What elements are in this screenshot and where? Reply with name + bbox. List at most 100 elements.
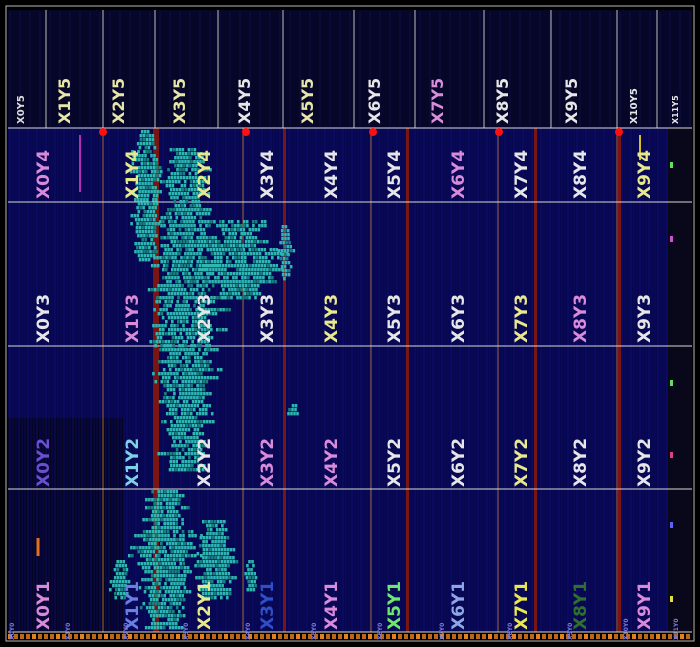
logic-cell — [160, 312, 164, 316]
logic-cell — [170, 464, 173, 468]
logic-cell — [168, 180, 172, 184]
logic-cell — [144, 166, 147, 170]
logic-cell — [284, 237, 287, 241]
logic-cell — [152, 534, 155, 538]
logic-cell — [162, 256, 165, 260]
logic-cell — [184, 236, 187, 240]
logic-cell — [164, 340, 167, 344]
logic-cell — [215, 524, 218, 528]
logic-cell — [151, 506, 154, 510]
logic-cell — [151, 546, 154, 550]
logic-cell — [151, 222, 154, 226]
logic-cell — [211, 284, 215, 288]
logic-cell — [170, 316, 174, 320]
logic-cell — [193, 396, 196, 400]
logic-cell — [183, 268, 186, 272]
logic-cell — [197, 376, 201, 380]
logic-cell — [258, 252, 262, 256]
logic-cell — [133, 214, 137, 218]
top-row-label: X7Y5 — [428, 78, 447, 124]
io-pad — [218, 634, 222, 639]
logic-cell — [192, 220, 195, 224]
logic-cell — [180, 256, 183, 260]
logic-cell — [214, 540, 217, 544]
logic-cell — [169, 224, 172, 228]
logic-cell — [143, 162, 147, 166]
logic-cell — [216, 224, 219, 228]
logic-cell — [175, 216, 179, 220]
io-pad — [392, 634, 396, 639]
logic-cell — [287, 261, 291, 265]
logic-cell — [251, 248, 255, 252]
logic-cell — [180, 288, 184, 292]
logic-cell — [166, 304, 169, 308]
logic-cell — [168, 566, 172, 570]
io-pad — [266, 634, 270, 639]
floorplan-canvas[interactable]: X0Y5 X1Y5 X2Y5 X3Y5 X4Y5 X5Y5 X6Y5 X7Y5 X8Y5 X9Y5… — [0, 0, 700, 647]
logic-cell — [184, 216, 188, 220]
logic-cell — [152, 614, 156, 618]
logic-cell — [179, 614, 183, 618]
logic-cell — [271, 276, 274, 280]
logic-cell — [171, 570, 174, 574]
logic-cell — [185, 272, 188, 276]
logic-cell — [176, 176, 180, 180]
logic-cell — [248, 236, 252, 240]
logic-cell — [166, 252, 169, 256]
logic-cell — [193, 244, 197, 248]
logic-cell — [157, 506, 160, 510]
logic-cell — [169, 280, 172, 284]
logic-cell — [286, 229, 290, 233]
logic-cell — [186, 468, 190, 472]
logic-cell — [146, 254, 150, 258]
logic-cell — [203, 360, 206, 364]
logic-cell — [113, 568, 117, 572]
logic-cell — [146, 554, 149, 558]
logic-cell — [217, 520, 220, 524]
device-floorplan-view[interactable]: X0Y5 X1Y5 X2Y5 X3Y5 X4Y5 X5Y5 X6Y5 X7Y5 X8Y5 X9Y5… — [0, 0, 700, 647]
bottom-row-label: X2Y0 — [123, 623, 130, 640]
logic-cell — [178, 312, 182, 316]
logic-cell — [174, 164, 177, 168]
logic-cell — [159, 180, 163, 184]
logic-cell — [170, 340, 173, 344]
logic-cell — [192, 256, 195, 260]
logic-cell — [140, 534, 143, 538]
logic-cell — [167, 332, 171, 336]
logic-cell — [226, 536, 230, 540]
logic-cell — [235, 272, 239, 276]
logic-cell — [162, 574, 166, 578]
logic-cell — [202, 384, 205, 388]
logic-cell — [194, 356, 197, 360]
logic-cell — [150, 622, 154, 626]
logic-cell — [199, 284, 202, 288]
logic-cell — [193, 228, 197, 232]
logic-cell — [183, 574, 187, 578]
logic-cell — [200, 248, 204, 252]
io-pad — [386, 634, 390, 639]
logic-cell — [172, 388, 176, 392]
logic-cell — [199, 216, 203, 220]
logic-cell — [185, 372, 188, 376]
logic-cell — [212, 572, 215, 576]
logic-cell — [221, 532, 224, 536]
logic-cell — [193, 388, 197, 392]
logic-cell — [148, 518, 151, 522]
logic-cell — [184, 396, 187, 400]
logic-cell — [252, 292, 256, 296]
logic-cell — [220, 520, 223, 524]
logic-cell — [162, 268, 165, 272]
logic-cell — [153, 514, 157, 518]
logic-cell — [145, 546, 148, 550]
logic-cell — [183, 184, 187, 188]
logic-cell — [162, 566, 166, 570]
logic-cell — [175, 384, 178, 388]
logic-cell — [251, 584, 254, 588]
logic-cell — [194, 200, 198, 204]
logic-cell — [177, 308, 180, 312]
logic-cell — [174, 368, 178, 372]
logic-cell — [220, 284, 224, 288]
logic-cell — [174, 468, 178, 472]
logic-cell — [172, 506, 175, 510]
logic-cell — [238, 284, 242, 288]
